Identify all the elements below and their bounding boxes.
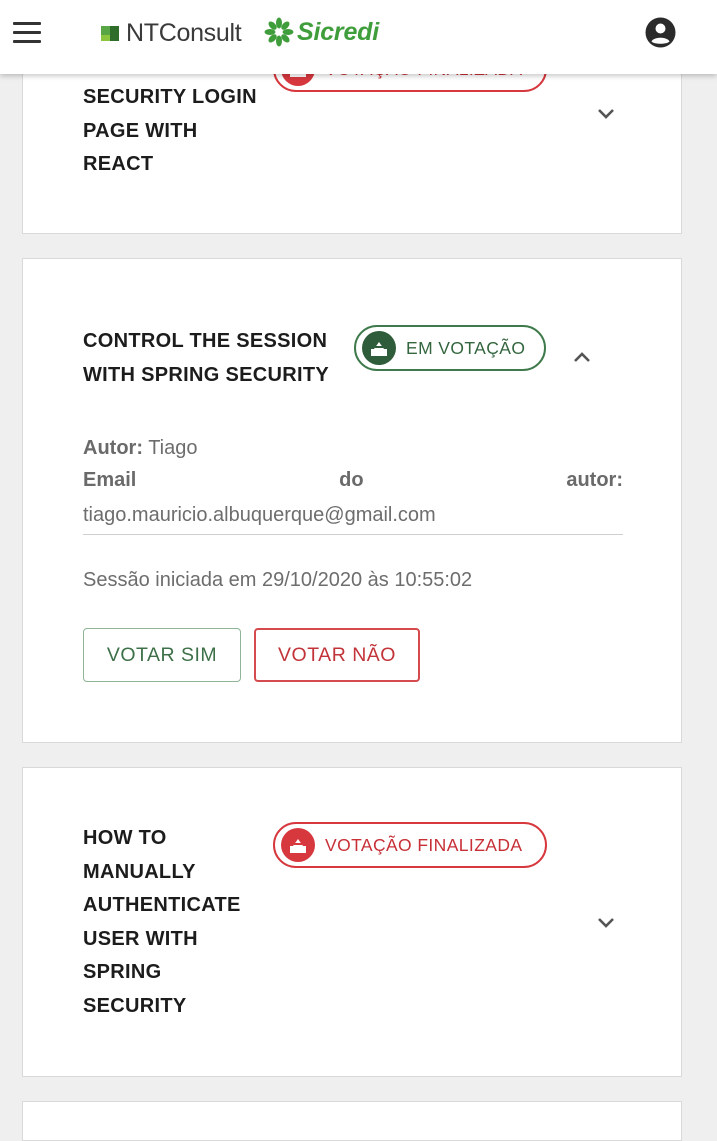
status-chip-em-votacao: EM VOTAÇÃO xyxy=(354,325,546,371)
ballot-box-icon xyxy=(362,331,396,365)
pauta-title-line: REACT xyxy=(83,153,154,175)
sicredi-logo-text: Sicredi xyxy=(297,17,379,46)
vote-no-button[interactable]: VOTAR NÃO xyxy=(254,628,420,682)
status-chip-label: VOTAÇÃO FINALIZADA xyxy=(325,834,523,855)
author-name: Tiago xyxy=(148,437,198,459)
author-email: tiago.mauricio.albuquerque@gmail.com xyxy=(83,504,436,526)
pauta-title: SECURITY LOGIN PAGE WITH REACT xyxy=(83,81,257,182)
app-bar: NTConsult Sicredi xyxy=(0,0,717,74)
sicredi-flower-icon xyxy=(264,17,294,47)
hamburger-menu-icon[interactable] xyxy=(13,22,41,44)
status-chip-label: EM VOTAÇÃO xyxy=(406,337,526,358)
vote-no-label: VOTAR NÃO xyxy=(278,643,396,666)
ballot-box-icon xyxy=(281,828,315,862)
email-label-word: Email xyxy=(83,469,137,491)
vote-yes-label: VOTAR SIM xyxy=(106,643,218,666)
email-label: Email do autor: xyxy=(83,469,623,492)
chevron-down-icon[interactable] xyxy=(595,911,617,933)
vote-yes-button[interactable]: VOTAR SIM xyxy=(83,628,241,682)
sicredi-logo: Sicredi xyxy=(264,17,379,47)
chevron-down-icon[interactable] xyxy=(595,102,617,124)
email-label-word: do xyxy=(339,469,364,491)
email-label-word: autor: xyxy=(566,469,623,491)
author-label: Autor: xyxy=(83,437,143,459)
pauta-title-line: HOW TO xyxy=(83,827,167,849)
pauta-card-2[interactable]: CONTROL THE SESSION WITH SPRING SECURITY… xyxy=(22,258,682,743)
pauta-title-line: AUTHENTICATE xyxy=(83,894,241,916)
ntconsult-logo: NTConsult xyxy=(101,18,242,48)
ntconsult-mark-icon xyxy=(101,22,123,44)
pauta-title-line: SPRING xyxy=(83,961,162,983)
ntconsult-logo-text: NTConsult xyxy=(126,19,242,47)
chevron-up-icon[interactable] xyxy=(571,347,593,369)
pauta-title-line: MANUALLY xyxy=(83,860,196,883)
pauta-title-line: WITH SPRING SECURITY xyxy=(83,363,330,386)
account-circle-icon[interactable] xyxy=(645,17,676,48)
pauta-title: CONTROL THE SESSION WITH SPRING SECURITY xyxy=(83,325,329,392)
pauta-card-4[interactable] xyxy=(22,1101,682,1141)
divider xyxy=(83,534,623,535)
session-started-text: Sessão iniciada em 29/10/2020 às 10:55:0… xyxy=(83,569,473,591)
pauta-title-line: CONTROL THE SESSION xyxy=(83,330,328,352)
pauta-title-line: SECURITY xyxy=(83,994,187,1017)
pauta-title-line: PAGE WITH xyxy=(83,119,198,142)
pauta-card-3[interactable]: HOW TO MANUALLY AUTHENTICATE USER WITH S… xyxy=(22,767,682,1077)
status-chip-finalizada: VOTAÇÃO FINALIZADA xyxy=(273,822,547,868)
pauta-title: HOW TO MANUALLY AUTHENTICATE USER WITH S… xyxy=(83,822,241,1023)
author-line: Autor: Tiago xyxy=(83,437,197,460)
pauta-title-line: SECURITY LOGIN xyxy=(83,86,257,108)
pauta-title-line: USER WITH xyxy=(83,927,198,950)
